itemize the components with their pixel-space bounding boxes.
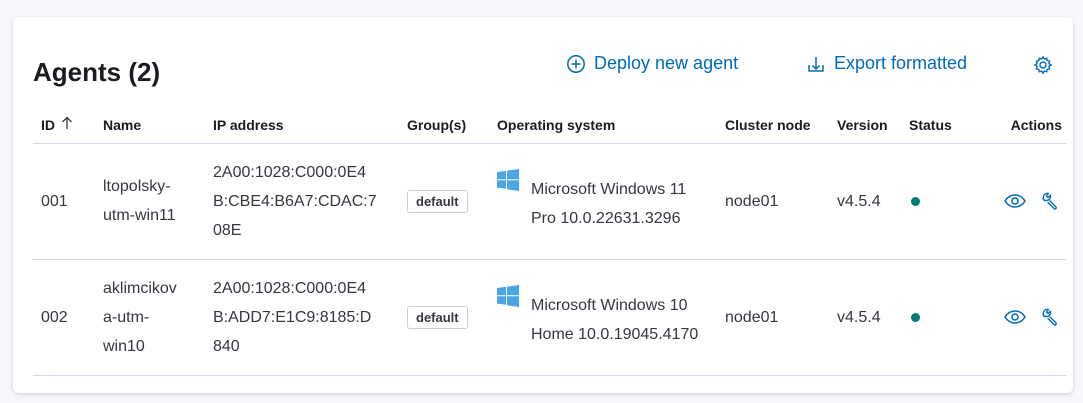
deploy-new-agent-button[interactable]: Deploy new agent — [566, 53, 738, 74]
wrench-icon[interactable] — [1040, 307, 1060, 327]
column-header-actions: Actions — [977, 107, 1066, 144]
agent-actions — [977, 259, 1066, 376]
agents-table: ID Name IP address Group(s) Operating sy… — [33, 107, 1066, 376]
agent-os: Microsoft Windows 10 Home 10.0.19045.4170 — [487, 259, 715, 376]
agent-group: default — [397, 143, 487, 260]
windows-logo-icon — [497, 169, 519, 201]
agent-status — [899, 259, 977, 376]
group-badge[interactable]: default — [407, 305, 468, 329]
agent-id: 001 — [33, 143, 93, 260]
export-icon — [806, 54, 826, 74]
group-badge[interactable]: default — [407, 189, 468, 213]
export-formatted-label: Export formatted — [834, 53, 968, 73]
agent-name: aklimcikov a-utm-win10 — [93, 259, 203, 376]
column-header-cluster-node[interactable]: Cluster node — [715, 107, 827, 144]
wrench-icon[interactable] — [1040, 191, 1060, 211]
agent-version: v4.5.4 — [827, 143, 899, 260]
column-header-id[interactable]: ID — [33, 107, 93, 144]
column-header-ip[interactable]: IP address — [203, 107, 397, 144]
agent-name: ltopolsky-utm-win11 — [93, 143, 203, 260]
column-header-version[interactable]: Version — [827, 107, 899, 144]
plus-circle-icon — [566, 54, 586, 74]
column-header-name[interactable]: Name — [93, 107, 203, 144]
table-row[interactable]: 001 ltopolsky-utm-win11 2A00:1028:C000:0… — [33, 143, 1066, 260]
agent-group: default — [397, 259, 487, 376]
column-header-os[interactable]: Operating system — [487, 107, 715, 144]
column-header-status[interactable]: Status — [899, 107, 977, 144]
agent-actions — [977, 143, 1066, 260]
windows-logo-icon — [497, 285, 519, 317]
agent-status — [899, 143, 977, 260]
column-header-groups[interactable]: Group(s) — [397, 107, 487, 144]
eye-icon[interactable] — [1004, 309, 1026, 325]
gear-icon[interactable] — [1033, 55, 1053, 80]
agent-version: v4.5.4 — [827, 259, 899, 376]
agent-ip: 2A00:1028:C000:0E4 B:ADD7:E1C9:8185:D 840 — [203, 259, 397, 376]
agent-cluster-node: node01 — [715, 259, 827, 376]
table-header-row: ID Name IP address Group(s) Operating sy… — [33, 107, 1066, 144]
status-dot — [911, 196, 920, 206]
page-title: Agents (2) — [33, 57, 161, 87]
agent-ip: 2A00:1028:C000:0E4 B:CBE4:B6A7:CDAC:7 08E — [203, 143, 397, 260]
agents-panel: Agents (2) Deploy new agent Export forma… — [13, 17, 1073, 393]
arrow-up-icon — [61, 116, 73, 133]
table-row[interactable]: 002 aklimcikov a-utm-win10 2A00:1028:C000… — [33, 259, 1066, 376]
deploy-new-agent-label: Deploy new agent — [594, 53, 739, 73]
export-formatted-button[interactable]: Export formatted — [806, 53, 967, 74]
status-dot — [911, 312, 920, 322]
agent-os: Microsoft Windows 11 Pro 10.0.22631.3296 — [487, 143, 715, 260]
eye-icon[interactable] — [1004, 193, 1026, 209]
agent-id: 002 — [33, 259, 93, 376]
agent-cluster-node: node01 — [715, 143, 827, 260]
